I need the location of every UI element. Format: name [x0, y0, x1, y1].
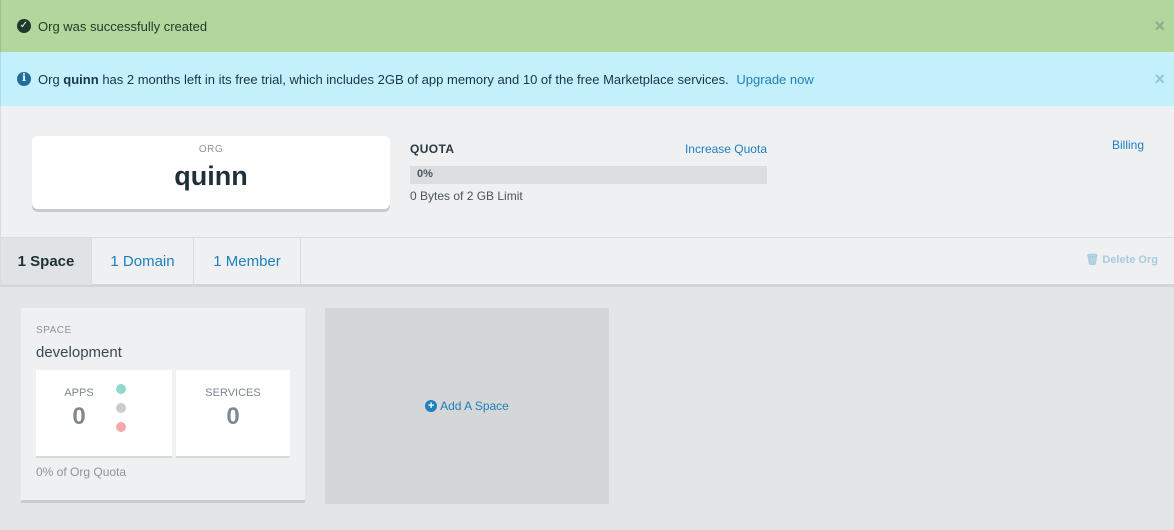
org-name: quinn [174, 161, 248, 191]
org-tabs: 1 Space 1 Domain 1 Member 🗑 Delete Org [0, 238, 1174, 287]
tab-domains[interactable]: 1 Domain [92, 238, 194, 285]
quota-progress-bar: 0% [410, 166, 767, 184]
upgrade-now-link[interactable]: Upgrade now [736, 72, 813, 87]
services-label: SERVICES [205, 387, 261, 399]
close-success-alert-icon[interactable]: × [1154, 17, 1165, 35]
trash-icon: 🗑 [1085, 254, 1100, 266]
apps-count: 0 [72, 403, 86, 430]
running-status-dot [116, 384, 126, 394]
add-space-label: Add A Space [440, 399, 509, 413]
trial-text: has 2 months left in its free trial, whi… [102, 71, 729, 87]
trial-info-message: Org quinn has 2 months left in its free … [38, 72, 814, 87]
services-count: 0 [226, 403, 240, 430]
crashed-status-dot [116, 422, 126, 432]
delete-org-button[interactable]: 🗑 Delete Org [1085, 253, 1158, 266]
billing-link[interactable]: Billing [1112, 138, 1144, 152]
plus-circle-icon: + [425, 400, 438, 412]
space-label: SPACE [36, 325, 72, 336]
tab-members[interactable]: 1 Member [194, 238, 301, 285]
tab-spaces[interactable]: 1 Space [1, 238, 92, 285]
org-label: ORG [198, 144, 224, 155]
trial-info-alert: i Org quinn has 2 months left in its fre… [0, 52, 1174, 106]
trial-prefix: Org [38, 71, 60, 87]
quota-percent: 0% [417, 168, 433, 180]
trial-org-name: quinn [63, 71, 99, 87]
close-info-alert-icon[interactable]: × [1154, 70, 1165, 88]
check-circle-icon: ✓ [17, 19, 31, 33]
increase-quota-link[interactable]: Increase Quota [685, 142, 767, 156]
apps-count-card: APPS 0 [36, 370, 172, 456]
info-circle-icon: i [17, 72, 31, 86]
add-space-button[interactable]: + Add A Space [325, 308, 609, 504]
apps-label: APPS [64, 387, 94, 399]
delete-org-label: Delete Org [1102, 254, 1158, 266]
org-card: ORG quinn [32, 136, 390, 209]
services-count-card: SERVICES 0 [176, 370, 290, 456]
org-header: ORG quinn QUOTA Increase Quota 0% 0 Byte… [0, 106, 1174, 238]
stopped-status-dot [116, 403, 126, 413]
space-name[interactable]: development [36, 344, 122, 361]
success-message: Org was successfully created [38, 18, 208, 34]
space-quota-text: 0% of Org Quota [36, 465, 127, 479]
space-card[interactable]: SPACE development APPS 0 SERVICES 0 0% o… [21, 308, 305, 503]
quota-panel: QUOTA Increase Quota 0% 0 Bytes of 2 GB … [410, 142, 767, 203]
success-alert: ✓ Org was successfully created × [0, 0, 1174, 52]
quota-usage-text: 0 Bytes of 2 GB Limit [410, 189, 523, 203]
